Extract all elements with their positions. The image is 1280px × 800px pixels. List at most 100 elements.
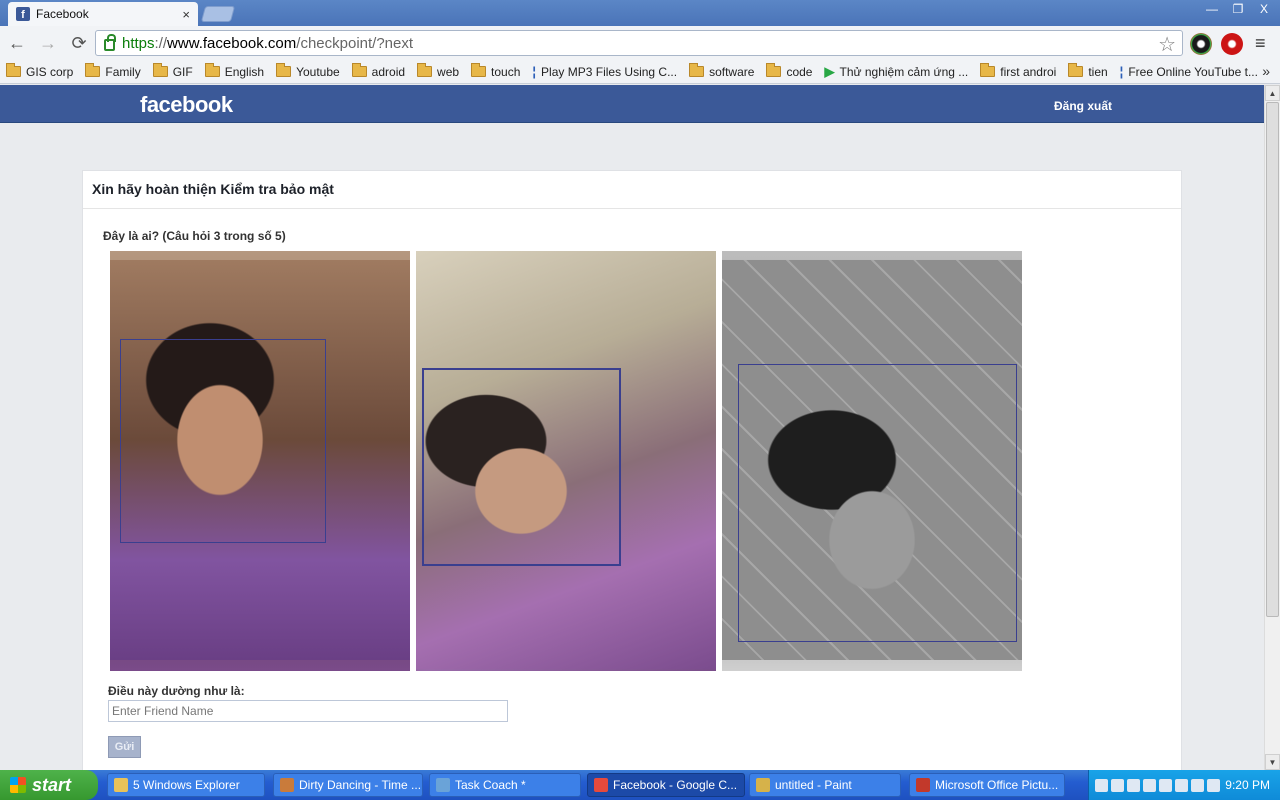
tray-icon[interactable] [1191,778,1204,792]
taskbar-item[interactable]: Microsoft Office Pictu... [909,773,1065,797]
tray-icons [1095,778,1220,792]
chrome-menu-icon[interactable]: ≡ [1255,33,1266,54]
taskbar-item-label: Microsoft Office Pictu... [935,778,1059,792]
bookmark-label: GIF [172,64,193,79]
clock[interactable]: 9:20 PM [1225,778,1270,792]
adblock-icon[interactable] [1221,33,1243,55]
friend-name-input[interactable] [108,700,508,722]
taskbar-item-label: Facebook - Google C... [613,778,738,792]
bookmark-item[interactable]: first androi [980,63,1057,79]
bookmarks-overflow-button[interactable]: » [1262,63,1270,79]
taskbar-item[interactable]: untitled - Paint [749,773,901,797]
windows-logo-icon [10,777,26,793]
bookmark-item[interactable]: Youtube [276,63,340,79]
bookmark-label: Thử nghiệm cảm ứng ... [839,64,969,79]
bookmark-label: English [224,64,265,79]
app-icon [280,778,294,792]
taskbar-item[interactable]: 5 Windows Explorer [107,773,265,797]
new-tab-button[interactable] [200,6,236,22]
tagged-photo-2 [416,251,716,671]
submit-button[interactable]: Gửi [108,736,141,758]
back-button[interactable]: ← [3,29,31,57]
bookmark-item[interactable]: GIF [152,63,193,79]
taskbar-item-label: Dirty Dancing - Time ... [299,778,422,792]
extension-icon[interactable] [1190,33,1212,55]
reload-button[interactable]: ⟳ [65,29,93,57]
bookmark-item[interactable]: software [689,63,755,79]
bookmark-item[interactable]: ¦ Play MP3 Files Using C... [532,64,677,79]
browser-tab-strip: f Facebook × — ❐ X [0,0,1280,26]
taskbar-item-label: 5 Windows Explorer [133,778,240,792]
bookmark-item[interactable]: code [766,63,813,79]
bookmark-label: tien [1088,64,1108,79]
page-viewport: facebook Đăng xuất Xin hãy hoàn thiện Ki… [0,85,1264,770]
tray-icon[interactable] [1143,778,1156,792]
facebook-favicon-icon: f [16,7,30,21]
answer-label: Điều này dường như là: [108,684,245,698]
tagged-photo-3 [722,251,1022,671]
scrollbar-thumb[interactable] [1266,102,1279,617]
bookmark-label: software [709,64,755,79]
bookmark-label: Free Online YouTube t... [1128,64,1258,79]
scroll-up-icon[interactable]: ▲ [1265,85,1280,101]
taskbar-item[interactable]: Dirty Dancing - Time ... [273,773,423,797]
logout-link[interactable]: Đăng xuất [1054,99,1112,113]
system-tray: 9:20 PM [1088,770,1280,800]
facebook-header: facebook Đăng xuất [0,85,1264,123]
folder-icon [1068,63,1084,77]
bookmark-item[interactable]: English [204,63,265,79]
tray-icon[interactable] [1095,778,1108,792]
scroll-down-icon[interactable]: ▼ [1265,754,1280,770]
tray-icon[interactable] [1159,778,1172,792]
app-icon [756,778,770,792]
bookmark-item[interactable]: touch [471,63,521,79]
bookmark-item[interactable]: Family [85,63,141,79]
forward-button[interactable]: → [34,29,62,57]
bookmark-item[interactable]: web [417,63,459,79]
bookmark-label: GIS corp [26,64,74,79]
minimize-button[interactable]: — [1200,0,1224,17]
folder-icon [980,63,996,77]
bookmark-label: touch [491,64,521,79]
bookmark-star-icon[interactable]: ☆ [1158,32,1176,57]
security-check-card: Xin hãy hoàn thiện Kiểm tra bảo mật Đây … [82,170,1182,770]
folder-icon [204,63,220,77]
page-title: Xin hãy hoàn thiện Kiểm tra bảo mật [83,171,1181,209]
bookmark-item[interactable]: tien [1068,63,1108,79]
face-box [120,339,326,543]
facebook-logo[interactable]: facebook [140,92,233,118]
folder-icon [152,63,168,77]
lock-icon [104,34,116,51]
folder-icon [351,63,367,77]
bookmark-item[interactable]: adroid [351,63,405,79]
folder-icon [276,63,292,77]
bookmark-label: code [786,64,813,79]
bookmark-label: first androi [1000,64,1057,79]
taskbar-item-label: Task Coach * [455,778,526,792]
bookmark-label: Youtube [296,64,340,79]
bookmark-label: Play MP3 Files Using C... [541,64,678,79]
bookmark-item[interactable]: GIS corp [6,63,74,79]
bookmark-item[interactable]: ▶ Thử nghiệm cảm ứng ... [824,64,968,80]
start-button[interactable]: start [0,770,98,800]
close-tab-icon[interactable]: × [182,7,190,22]
tagged-photo-1 [110,251,410,671]
tray-icon[interactable] [1127,778,1140,792]
tray-icon[interactable] [1175,778,1188,792]
bookmark-item[interactable]: ¦ Free Online YouTube t... [1120,64,1258,79]
restore-button[interactable]: ❐ [1226,0,1250,17]
close-window-button[interactable]: X [1252,0,1276,17]
link-icon: ¦ [1119,64,1124,79]
tab-facebook[interactable]: f Facebook × [8,2,198,26]
taskbar-item[interactable]: Task Coach * [429,773,581,797]
taskbar-item[interactable]: Facebook - Google C... [587,773,745,797]
start-label: start [32,774,72,795]
tray-icon[interactable] [1111,778,1124,792]
tray-icon[interactable] [1207,778,1220,792]
bookmarks-bar: GIS corp Family GIF English Youtube adroid web… [0,60,1280,84]
folder-icon [471,63,487,77]
address-bar[interactable]: https://www.facebook.com/checkpoint/?nex… [95,30,1183,56]
vertical-scrollbar[interactable]: ▲ ▼ [1264,85,1280,770]
folder-icon [85,63,101,77]
app-icon [114,778,128,792]
